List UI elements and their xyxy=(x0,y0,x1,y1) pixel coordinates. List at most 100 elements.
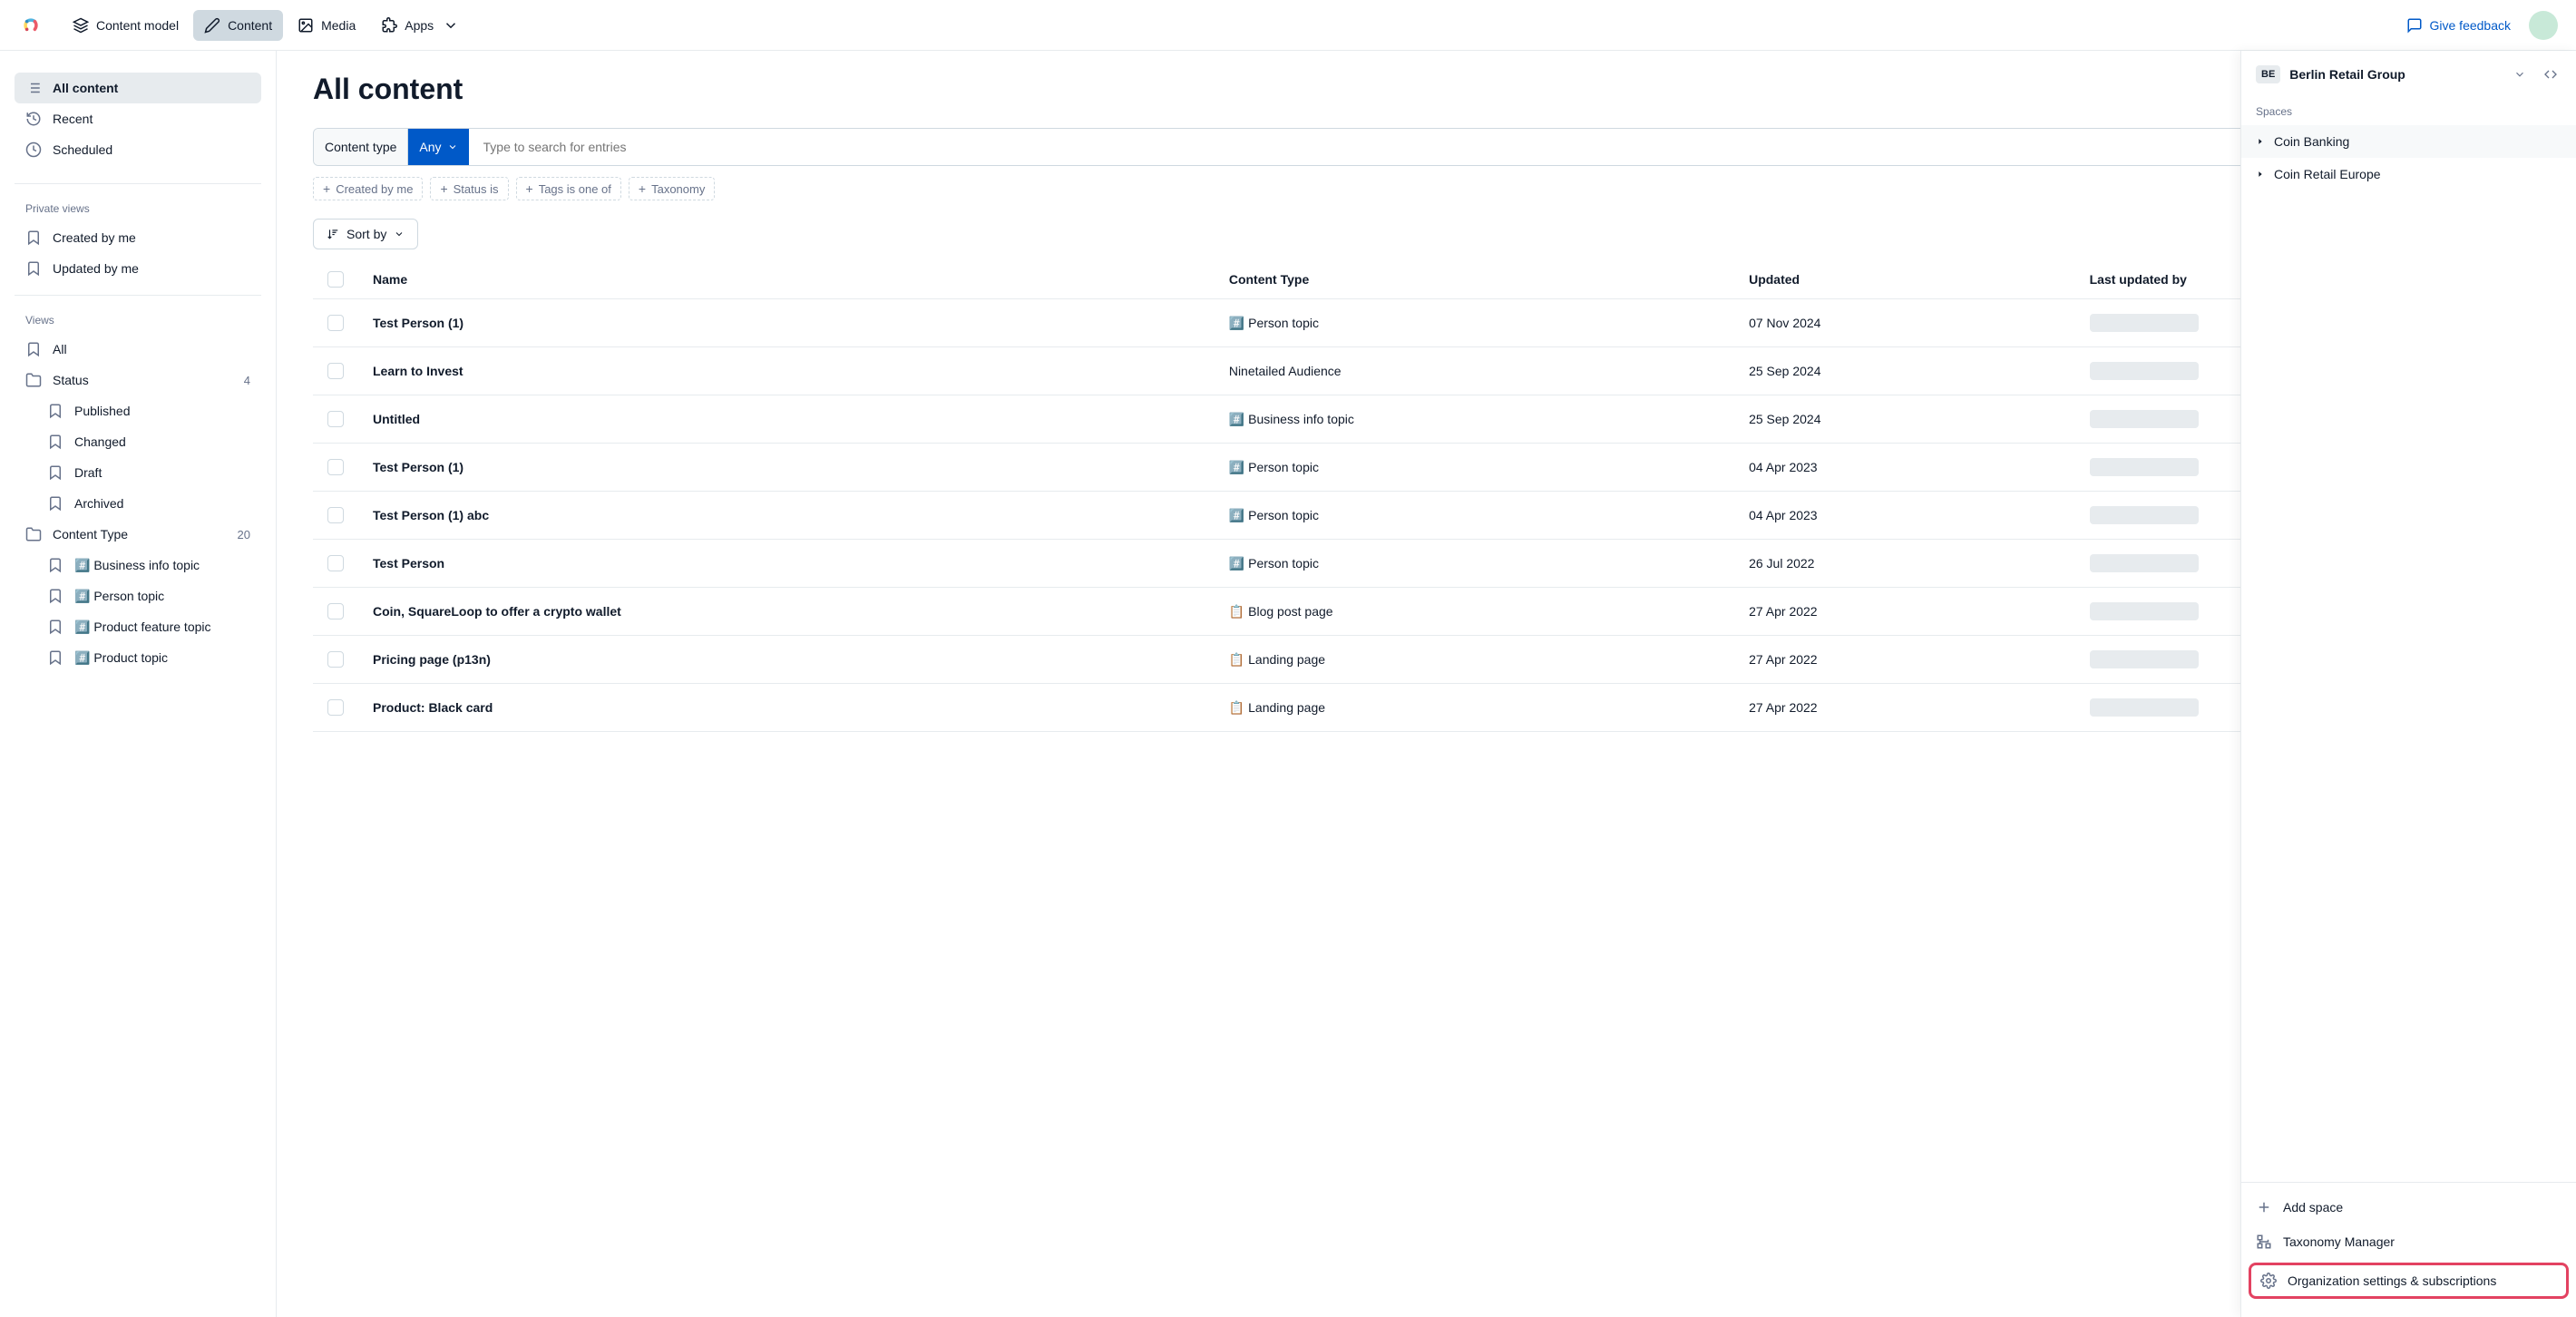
sidebar-updated-by-me[interactable]: Updated by me xyxy=(15,253,261,284)
row-checkbox[interactable] xyxy=(327,603,344,619)
page-title: All content xyxy=(313,73,2540,106)
row-checkbox[interactable] xyxy=(327,699,344,716)
sidebar-status-draft[interactable]: Draft xyxy=(36,457,261,488)
plus-icon: + xyxy=(526,181,533,196)
chip-created-by-me[interactable]: +Created by me xyxy=(313,177,423,200)
add-space-button[interactable]: Add space xyxy=(2241,1190,2576,1224)
row-checkbox[interactable] xyxy=(327,651,344,668)
org-header[interactable]: BE Berlin Retail Group xyxy=(2241,51,2576,98)
sidebar-ct-business[interactable]: #️⃣ Business info topic xyxy=(36,550,261,580)
sidebar-view-all[interactable]: All xyxy=(15,334,261,365)
cell-type: #️⃣ Person topic xyxy=(1215,444,1734,492)
puzzle-icon xyxy=(381,17,397,34)
sidebar-status-changed[interactable]: Changed xyxy=(36,426,261,457)
search-input[interactable] xyxy=(469,140,2539,154)
sidebar-all-content[interactable]: All content xyxy=(15,73,261,103)
cell-updated: 07 Nov 2024 xyxy=(1734,299,2075,347)
cell-name: Product: Black card xyxy=(358,684,1215,732)
sidebar-label: All xyxy=(53,342,67,356)
chip-label: Created by me xyxy=(336,182,413,196)
sidebar-recent[interactable]: Recent xyxy=(15,103,261,134)
hierarchy-icon xyxy=(2256,1234,2272,1250)
taxonomy-manager-button[interactable]: Taxonomy Manager xyxy=(2241,1224,2576,1259)
row-checkbox[interactable] xyxy=(327,459,344,475)
cell-type: Ninetailed Audience xyxy=(1215,347,1734,395)
cell-type: #️⃣ Business info topic xyxy=(1215,395,1734,444)
chip-tags[interactable]: +Tags is one of xyxy=(516,177,621,200)
row-checkbox[interactable] xyxy=(327,507,344,523)
give-feedback-link[interactable]: Give feedback xyxy=(2406,17,2512,34)
sidebar-ct-person[interactable]: #️⃣ Person topic xyxy=(36,580,261,611)
table-row[interactable]: Test Person (1) #️⃣ Person topic 04 Apr … xyxy=(313,444,2540,492)
select-all-checkbox[interactable] xyxy=(327,271,344,288)
sidebar-ct-product-feature[interactable]: #️⃣ Product feature topic xyxy=(36,611,261,642)
organization-panel: BE Berlin Retail Group Spaces Coin Banki… xyxy=(2240,51,2576,1317)
chip-taxonomy[interactable]: +Taxonomy xyxy=(629,177,715,200)
table-row[interactable]: Test Person #️⃣ Person topic 26 Jul 2022 xyxy=(313,540,2540,588)
nav-media[interactable]: Media xyxy=(287,10,366,41)
redacted-author xyxy=(2090,698,2199,717)
clock-icon xyxy=(25,141,42,158)
table-row[interactable]: Learn to Invest Ninetailed Audience 25 S… xyxy=(313,347,2540,395)
sidebar-status-published[interactable]: Published xyxy=(36,395,261,426)
table-row[interactable]: Test Person (1) abc #️⃣ Person topic 04 … xyxy=(313,492,2540,540)
redacted-author xyxy=(2090,458,2199,476)
sidebar-label: Content Type xyxy=(53,527,128,541)
caret-right-icon xyxy=(2256,170,2265,179)
sidebar-ct-product[interactable]: #️⃣ Product topic xyxy=(36,642,261,673)
row-checkbox[interactable] xyxy=(327,315,344,331)
content-type-filter-label[interactable]: Content type xyxy=(314,129,408,165)
sidebar-scheduled[interactable]: Scheduled xyxy=(15,134,261,165)
nav-content-model[interactable]: Content model xyxy=(62,10,190,41)
sidebar-count: 4 xyxy=(244,374,250,387)
cell-name: Coin, SquareLoop to offer a crypto walle… xyxy=(358,588,1215,636)
cell-name: Learn to Invest xyxy=(358,347,1215,395)
space-item-coin-retail[interactable]: Coin Retail Europe xyxy=(2241,158,2576,190)
nav-apps[interactable]: Apps xyxy=(370,10,470,41)
filter-chips: +Created by me +Status is +Tags is one o… xyxy=(313,177,2540,200)
plus-icon: + xyxy=(440,181,447,196)
col-content-type[interactable]: Content Type xyxy=(1215,260,1734,299)
row-checkbox[interactable] xyxy=(327,363,344,379)
content-type-filter-value[interactable]: Any xyxy=(408,129,468,165)
contentful-logo[interactable] xyxy=(18,13,44,38)
sort-button[interactable]: Sort by xyxy=(313,219,418,249)
cell-updated: 27 Apr 2022 xyxy=(1734,636,2075,684)
sidebar-status-archived[interactable]: Archived xyxy=(36,488,261,519)
views-heading: Views xyxy=(15,307,261,334)
cell-updated: 04 Apr 2023 xyxy=(1734,444,2075,492)
table-row[interactable]: Coin, SquareLoop to offer a crypto walle… xyxy=(313,588,2540,636)
bookmark-icon xyxy=(47,464,63,481)
org-settings-button[interactable]: Organization settings & subscriptions xyxy=(2249,1263,2569,1299)
folder-open-icon xyxy=(25,372,42,388)
space-item-coin-banking[interactable]: Coin Banking xyxy=(2241,125,2576,158)
chevron-down-icon xyxy=(443,17,459,34)
org-dropdown-toggle[interactable] xyxy=(2509,63,2531,85)
sidebar-view-status[interactable]: Status 4 xyxy=(15,365,261,395)
table-row[interactable]: Product: Black card 📋 Landing page 27 Ap… xyxy=(313,684,2540,732)
table-row[interactable]: Pricing page (p13n) 📋 Landing page 27 Ap… xyxy=(313,636,2540,684)
row-checkbox[interactable] xyxy=(327,411,344,427)
table-row[interactable]: Untitled #️⃣ Business info topic 25 Sep … xyxy=(313,395,2540,444)
cell-type: 📋 Landing page xyxy=(1215,684,1734,732)
table-row[interactable]: Test Person (1) #️⃣ Person topic 07 Nov … xyxy=(313,299,2540,347)
cell-updated: 25 Sep 2024 xyxy=(1734,347,2075,395)
redacted-author xyxy=(2090,362,2199,380)
nav-content[interactable]: Content xyxy=(193,10,283,41)
sidebar-count: 20 xyxy=(238,528,250,541)
col-updated[interactable]: Updated xyxy=(1734,260,2075,299)
history-icon xyxy=(25,111,42,127)
sidebar-label: Updated by me xyxy=(53,261,139,276)
bookmark-icon xyxy=(47,434,63,450)
sidebar-view-content-type[interactable]: Content Type 20 xyxy=(15,519,261,550)
redacted-author xyxy=(2090,314,2199,332)
row-checkbox[interactable] xyxy=(327,555,344,571)
sidebar-label: Archived xyxy=(74,496,123,511)
chip-status[interactable]: +Status is xyxy=(430,177,508,200)
panel-collapse-button[interactable] xyxy=(2540,63,2561,85)
bookmark-icon xyxy=(47,619,63,635)
upgrade-avatar-area[interactable] xyxy=(2529,11,2558,40)
sidebar-created-by-me[interactable]: Created by me xyxy=(15,222,261,253)
col-name[interactable]: Name xyxy=(358,260,1215,299)
panel-bottom-actions: Add space Taxonomy Manager Organization … xyxy=(2241,1182,2576,1317)
